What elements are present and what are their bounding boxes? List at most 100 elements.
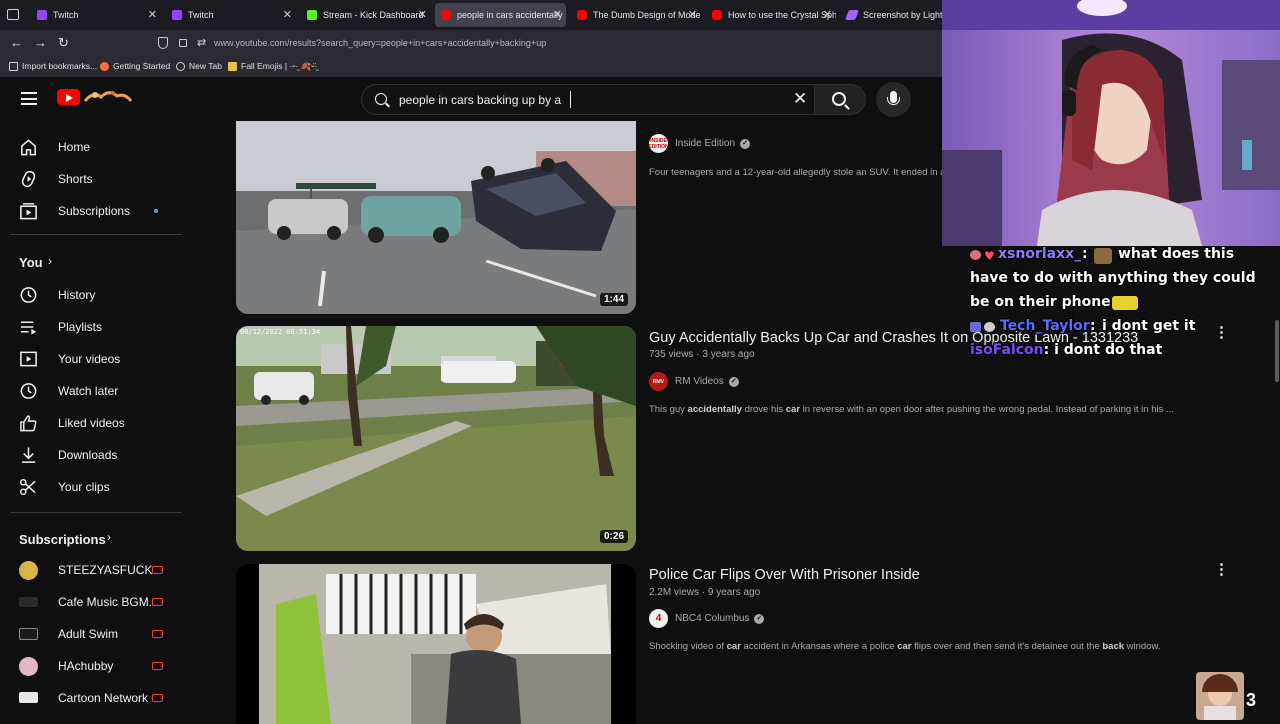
thumbs-up-icon [20, 415, 37, 432]
sidebar-item-watch-later[interactable]: Watch later [0, 375, 190, 407]
sidebar-item-your-videos[interactable]: Your videos [0, 343, 190, 375]
chat-message: isoFalcon: i dont do that [970, 342, 1163, 358]
lock-icon[interactable] [179, 39, 187, 47]
subscription-item[interactable]: Adult Swim [0, 618, 190, 650]
verified-icon: ✓ [740, 138, 751, 149]
emote-icon [1094, 248, 1112, 264]
chat-badge-icon [970, 250, 981, 260]
channel-avatar: 4 [649, 609, 668, 628]
close-tab-icon[interactable]: ✕ [688, 8, 697, 21]
more-actions-icon[interactable]: ⋮ [1214, 562, 1229, 578]
page-permissions-icon[interactable]: ⇄ [197, 36, 206, 49]
subscription-item[interactable]: Cartoon Network [0, 682, 190, 714]
subscription-item[interactable]: STEEZYASFUCK [0, 554, 190, 586]
live-icon [152, 566, 163, 574]
channel-link[interactable]: INSIDE EDITION Inside Edition ✓ [648, 134, 751, 153]
sidebar-item-subscriptions[interactable]: Subscriptions [0, 195, 190, 227]
sidebar-divider [10, 234, 182, 235]
reload-icon[interactable]: ↻ [58, 35, 69, 51]
browser-tab[interactable]: Screenshot by Lightshot [841, 3, 942, 27]
bookmark-item[interactable]: Getting Started [100, 61, 170, 71]
browser-tab-active[interactable]: people in cars accidentally ✕ [435, 3, 566, 27]
chat-badge-icon [970, 322, 981, 332]
bookmark-item[interactable]: New Tab [176, 61, 222, 71]
sidebar-subscriptions-heading[interactable]: Subscriptions › [0, 523, 190, 555]
subscription-item[interactable]: Cafe Music BGM... [0, 586, 190, 618]
channel-avatar [19, 692, 38, 703]
channel-link[interactable]: 4 NBC4 Columbus ✓ [649, 609, 765, 628]
video-description: Shocking video of car accident in Arkans… [649, 641, 1161, 652]
viewer-avatar [1196, 672, 1244, 720]
close-tab-icon[interactable]: ✕ [283, 8, 292, 21]
search-button[interactable] [815, 84, 866, 115]
browser-tab[interactable]: Stream - Kick Dashboard ✕ [301, 3, 431, 27]
sidebar-item-liked-videos[interactable]: Liked videos [0, 407, 190, 439]
chevron-right-icon: › [48, 254, 52, 268]
folder-icon [228, 62, 237, 71]
sidebar-item-shorts[interactable]: Shorts [0, 163, 190, 195]
channel-link[interactable]: RMV RM Videos ✓ [649, 372, 739, 391]
browser-tab[interactable]: Twitch ✕ [31, 3, 161, 27]
viewer-count: 3 [1246, 690, 1257, 710]
video-thumbnail[interactable] [236, 564, 636, 724]
search-icon-handle [385, 102, 390, 108]
sidebar-item-home[interactable]: Home [0, 131, 190, 163]
thumbnail-image [236, 564, 636, 724]
sidebar-item-downloads[interactable]: Downloads [0, 439, 190, 471]
twitch-icon [172, 10, 182, 20]
thumbnail-image: 06/12/2022 06:51:34 [236, 326, 636, 551]
emote-icon [1112, 296, 1138, 310]
close-tab-icon[interactable]: ✕ [553, 8, 562, 21]
video-description: Four teenagers and a 12-year-old alleged… [649, 167, 946, 178]
live-icon [152, 598, 163, 606]
bookmark-item[interactable]: Import bookmarks... [9, 61, 97, 71]
sidebar-item-playlists[interactable]: Playlists [0, 311, 190, 343]
search-input[interactable]: people in cars backing up by a [399, 93, 561, 107]
subscription-item[interactable]: HAchubby [0, 650, 190, 682]
doodle-logo[interactable] [83, 87, 133, 107]
search-bar[interactable]: people in cars backing up by a ✕ [361, 84, 815, 115]
video-thumbnail[interactable]: 1:44 [236, 121, 636, 314]
tab-list-icon[interactable] [7, 9, 19, 20]
lightshot-icon [845, 10, 859, 20]
thumbnail-image [236, 121, 636, 314]
sidebar-item-history[interactable]: History [0, 279, 190, 311]
more-actions-icon[interactable]: ⋮ [1214, 325, 1229, 341]
close-tab-icon[interactable]: ✕ [418, 8, 427, 21]
voice-search-button[interactable] [876, 82, 911, 117]
browser-tab[interactable]: The Dumb Design of Mode ✕ [571, 3, 701, 27]
browser-tab[interactable]: How to use the Crystal Sph ✕ [706, 3, 836, 27]
channel-avatar [19, 597, 38, 607]
new-content-dot [154, 209, 158, 213]
forward-icon[interactable]: → [34, 35, 47, 50]
sidebar-you-heading[interactable]: You › [0, 247, 190, 279]
menu-icon[interactable] [21, 92, 37, 105]
download-icon [21, 447, 36, 463]
bookmark-item[interactable]: Fall Emojis | ·ᵕ·̫ 🍂ᵕ̈·̫ [228, 61, 317, 72]
scrollbar[interactable] [1275, 320, 1279, 382]
live-icon [152, 662, 163, 670]
back-icon[interactable]: ← [10, 35, 23, 50]
import-icon [9, 61, 18, 71]
browser-tab[interactable]: Twitch ✕ [166, 3, 296, 27]
close-tab-icon[interactable]: ✕ [148, 8, 157, 21]
clear-search-icon[interactable]: ✕ [793, 89, 807, 109]
youtube-logo[interactable] [57, 89, 80, 105]
chat-badge-icon [984, 322, 995, 332]
your-videos-icon [20, 351, 37, 367]
sidebar-item-your-clips[interactable]: Your clips [0, 471, 190, 503]
video-description: This guy accidentally drove his car in r… [649, 404, 1174, 415]
scissors-icon [19, 478, 36, 496]
video-thumbnail[interactable]: 06/12/2022 06:51:34 0:26 [236, 326, 636, 551]
close-tab-icon[interactable]: ✕ [823, 8, 832, 21]
shield-icon[interactable] [158, 37, 168, 49]
clock-icon [20, 383, 37, 399]
address-bar[interactable]: www.youtube.com/results?search_query=peo… [214, 38, 546, 48]
live-icon [152, 630, 163, 638]
firefox-icon [100, 61, 109, 71]
webcam-overlay [942, 0, 1280, 246]
channel-avatar: INSIDE EDITION [648, 134, 669, 153]
heart-icon: ♥ [984, 249, 995, 263]
video-title[interactable]: Police Car Flips Over With Prisoner Insi… [649, 567, 920, 583]
video-meta: 735 views · 3 years ago [649, 349, 755, 360]
